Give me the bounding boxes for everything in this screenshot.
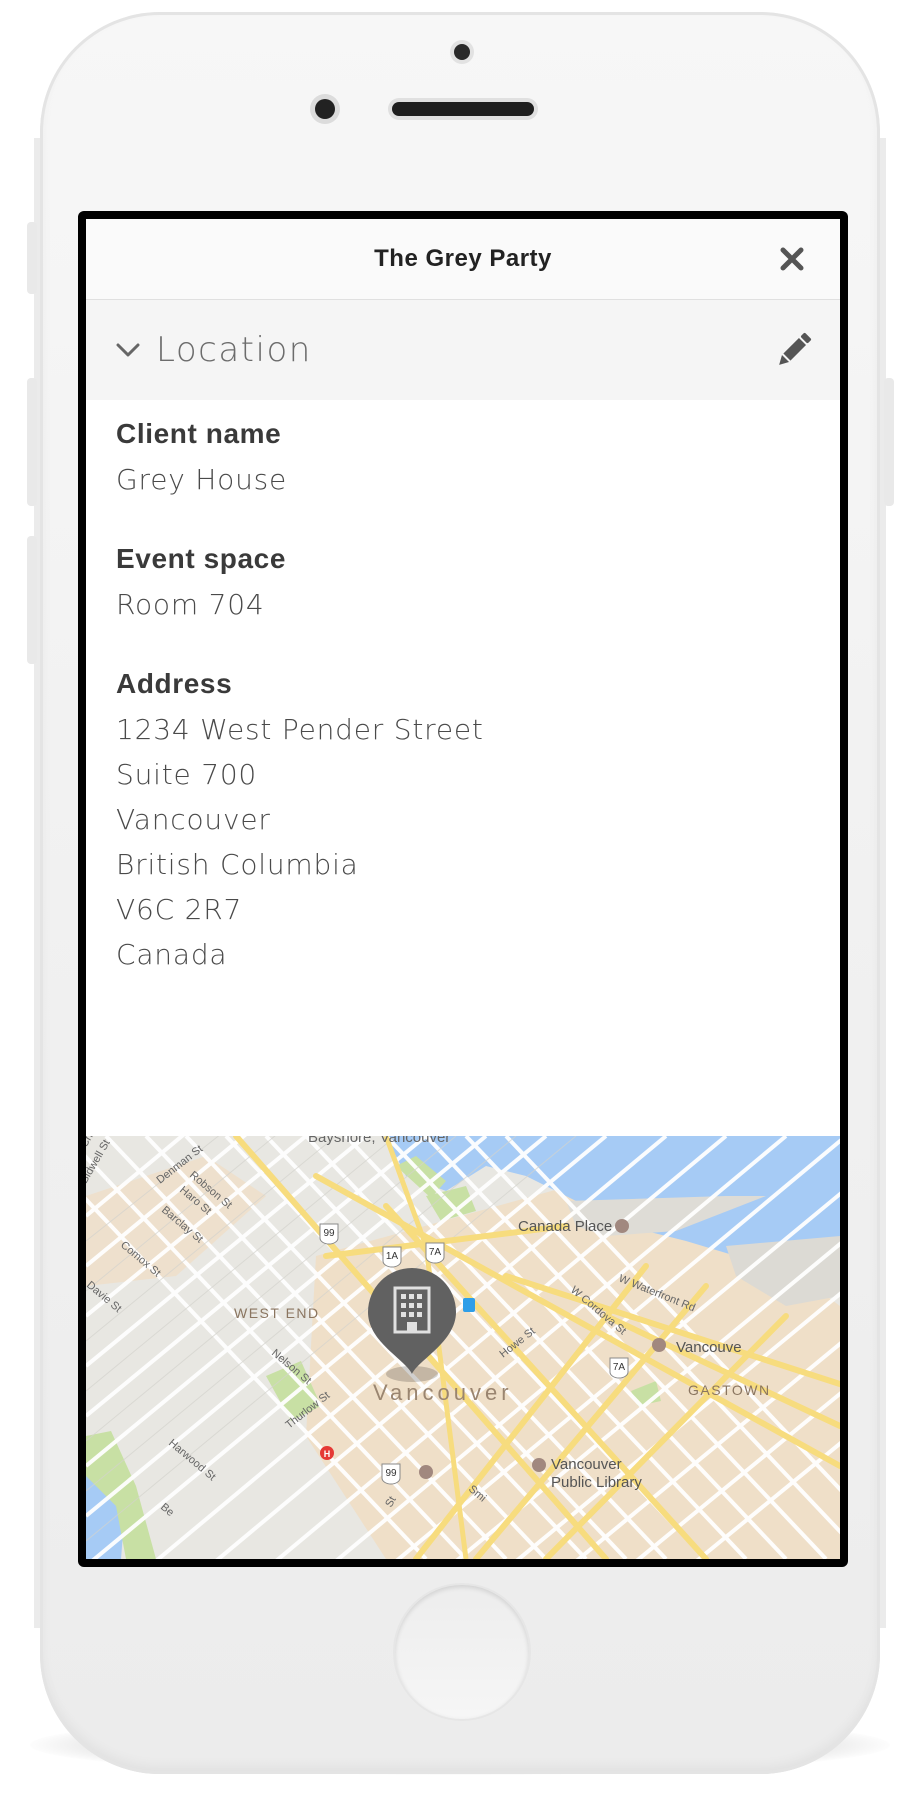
page-title: The Grey Party: [374, 245, 552, 272]
address-line: 1234 West Pender Street: [116, 713, 484, 746]
landmark-icon[interactable]: [419, 1465, 433, 1479]
front-camera: [315, 99, 335, 119]
earpiece-speaker: [392, 102, 534, 116]
svg-text:99: 99: [323, 1228, 335, 1239]
client-name-value: Grey House: [116, 463, 288, 496]
map-label: WEST END: [234, 1305, 320, 1321]
map-label: Vancouve: [676, 1339, 742, 1356]
map-route-shield: 99: [381, 1463, 401, 1485]
close-button[interactable]: [772, 239, 812, 279]
home-button[interactable]: [395, 1585, 529, 1719]
map-canvas[interactable]: 99 1A 7A 7A 99 H Bayshore, Vancouver Can…: [86, 1136, 840, 1559]
landmark-icon[interactable]: [615, 1219, 629, 1233]
volume-down-button: [27, 536, 37, 664]
address-label: Address: [116, 668, 233, 699]
client-name-label: Client name: [116, 418, 282, 449]
camera-top: [454, 44, 470, 60]
map-route-shield: 7A: [609, 1357, 629, 1379]
address-line: Canada: [116, 938, 228, 971]
volume-up-button: [27, 378, 37, 506]
location-map[interactable]: 99 1A 7A 7A 99 H Bayshore, Vancouver Can…: [86, 1136, 840, 1559]
map-route-shield: 99: [319, 1223, 339, 1245]
section-title: Location: [156, 330, 312, 370]
address-line: V6C 2R7: [116, 893, 243, 926]
map-label: Bayshore, Vancouver: [308, 1136, 450, 1146]
svg-text:7A: 7A: [429, 1247, 442, 1258]
svg-text:1A: 1A: [386, 1251, 399, 1262]
event-space-label: Event space: [116, 543, 287, 574]
chevron-down-icon[interactable]: [114, 336, 142, 364]
power-button: [884, 378, 894, 506]
map-label: Canada Place: [518, 1218, 612, 1235]
close-icon: [780, 247, 804, 271]
svg-text:99: 99: [385, 1468, 397, 1479]
address-line: Vancouver: [116, 803, 271, 836]
pencil-icon[interactable]: [772, 328, 816, 372]
location-section-header[interactable]: Location: [86, 300, 840, 400]
transit-icon[interactable]: [463, 1298, 475, 1312]
mute-switch: [27, 222, 37, 294]
event-space-value: Room 704: [116, 588, 265, 621]
svg-text:7A: 7A: [613, 1362, 626, 1373]
map-label: Vancouver: [551, 1456, 622, 1473]
map-route-shield: 1A: [382, 1246, 402, 1268]
landmark-icon[interactable]: [652, 1338, 666, 1352]
map-label: GASTOWN: [688, 1382, 771, 1398]
screen: The Grey Party Location Client name Grey…: [86, 219, 840, 1559]
address-line: British Columbia: [116, 848, 359, 881]
map-label: Vancouver: [373, 1380, 513, 1405]
title-bar: The Grey Party: [86, 219, 840, 300]
library-icon[interactable]: [532, 1458, 546, 1472]
map-label: Public Library: [551, 1474, 642, 1491]
hospital-icon-glyph: H: [324, 1449, 331, 1459]
address-line: Suite 700: [116, 758, 258, 791]
map-route-shield: 7A: [425, 1242, 445, 1264]
